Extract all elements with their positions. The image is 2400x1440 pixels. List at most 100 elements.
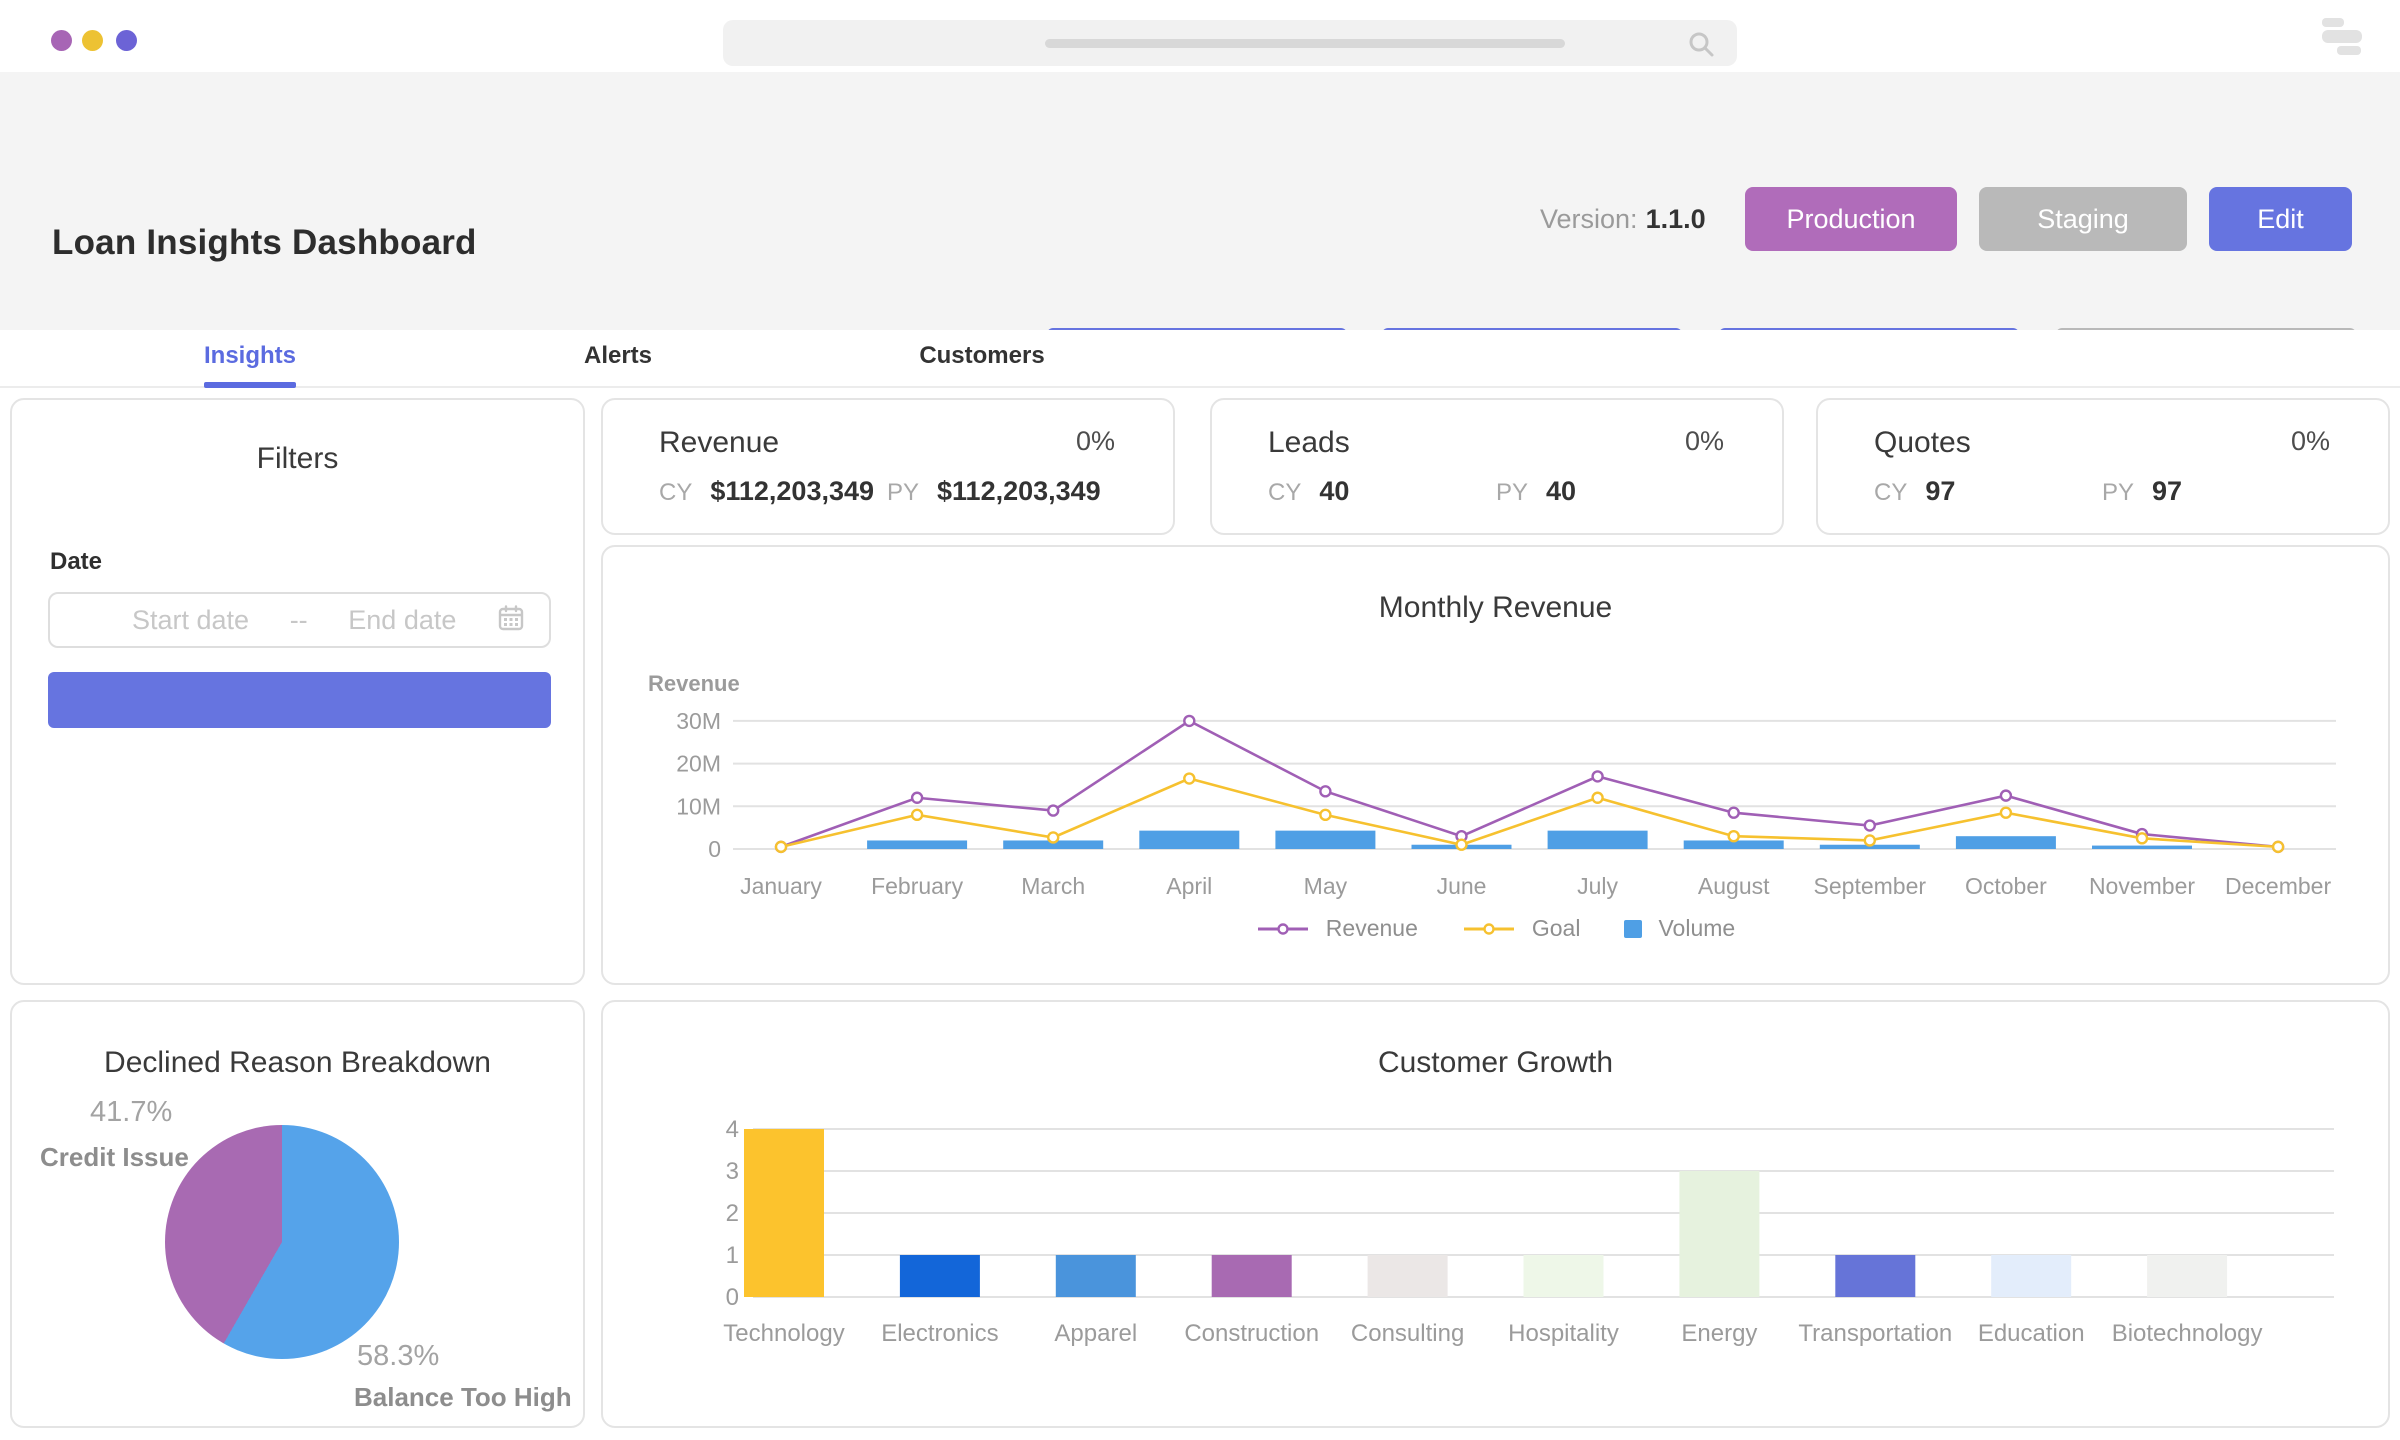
kpi-title: Quotes (1874, 426, 1971, 459)
x-tick-label: Biotechnology (2112, 1320, 2263, 1347)
volume-bar (1955, 836, 2056, 849)
x-tick-label: Education (1978, 1320, 2085, 1347)
data-point (1999, 789, 2013, 802)
active-tab-underline (204, 382, 296, 388)
legend-item-volume[interactable]: Volume (1624, 915, 1735, 942)
kpi-py-value: 97 (2152, 476, 2183, 506)
page-title: Loan Insights Dashboard (52, 223, 477, 263)
growth-bar-apparel (1055, 1255, 1136, 1297)
volume-bar (1139, 830, 1240, 849)
filters-card: Filters Date Start date -- End date (10, 398, 585, 985)
x-tick-label: May (1304, 873, 1348, 899)
growth-bar-transportation (1835, 1255, 1916, 1297)
customer-growth-card: Customer Growth 0 1 2 3 4 Technology Electroni… (601, 1000, 2390, 1428)
y-tick-label: 10M (676, 793, 721, 819)
data-point (1727, 806, 1740, 819)
x-tick-label: December (2225, 873, 2331, 899)
calendar-icon[interactable] (497, 604, 525, 637)
end-date-placeholder: End date (348, 604, 457, 635)
legend-item-goal[interactable]: Goal (1462, 915, 1580, 942)
tab-alerts[interactable]: Alerts (584, 342, 652, 370)
data-point (1183, 714, 1196, 728)
growth-bar-energy (1679, 1171, 1760, 1297)
growth-bar-technology (744, 1129, 824, 1297)
version-value: 1.1.0 (1645, 204, 1706, 234)
kpi-title: Leads (1268, 426, 1350, 459)
y-axis-title: Revenue (648, 671, 740, 696)
pie-label-credit-issue: Credit Issue (40, 1142, 189, 1172)
pie-label-balance-too-high: Balance Too High (354, 1382, 572, 1412)
tab-bar: Insights Alerts Customers (0, 330, 2400, 388)
search-input[interactable] (723, 20, 1737, 66)
window-control-dot-2[interactable] (82, 30, 103, 51)
kpi-delta: 0% (2290, 426, 2330, 456)
x-tick-label: Technology (723, 1320, 844, 1347)
x-tick-label: November (2089, 873, 2195, 899)
data-point (1319, 785, 1332, 798)
app-window: Loan Insights Dashboard Version: 1.1.0 Pr… (0, 0, 2400, 1440)
legend-item-revenue[interactable]: Revenue (1256, 915, 1418, 942)
volume-bar (867, 840, 968, 849)
monthly-revenue-legend: Revenue Goal Volume (603, 915, 2388, 942)
window-control-dot-3[interactable] (116, 30, 137, 51)
tab-customers[interactable]: Customers (919, 342, 1044, 370)
filters-title: Filters (256, 442, 339, 475)
legend-label: Volume (1658, 915, 1736, 941)
kpi-card-leads: Leads 0% CY 40 PY 40 (1210, 398, 1784, 535)
y-tick-label: 1 (726, 1242, 739, 1269)
pie-label-credit-issue-pct: 41.7% (90, 1096, 173, 1128)
y-tick-label: 2 (726, 1200, 739, 1227)
x-tick-label: October (1965, 873, 2047, 899)
data-point (1319, 808, 1332, 822)
y-tick-label: 4 (726, 1116, 739, 1143)
kpi-delta: 0% (1075, 426, 1115, 456)
legend-square-marker (1624, 919, 1643, 938)
kpi-py-label: PY (887, 479, 920, 506)
search-icon[interactable] (1687, 30, 1715, 63)
growth-bar-electronics (899, 1255, 980, 1297)
production-button[interactable]: Production (1745, 187, 1957, 251)
x-tick-label: Energy (1681, 1320, 1757, 1347)
kpi-cy-value: 97 (1925, 476, 1956, 506)
x-tick-label: April (1166, 873, 1212, 899)
x-tick-label: Construction (1184, 1320, 1319, 1347)
x-tick-label: September (1814, 873, 1927, 899)
data-point (1999, 806, 2013, 819)
search-placeholder-line (1045, 39, 1565, 48)
data-point (1183, 772, 1196, 785)
kpi-py-label: PY (1496, 479, 1529, 506)
y-tick-label: 0 (708, 836, 721, 862)
declined-reason-title: Declined Reason Breakdown (104, 1046, 491, 1079)
y-tick-label: 30M (676, 708, 721, 734)
kpi-delta: 0% (1684, 426, 1724, 456)
date-range-separator: -- (289, 604, 308, 635)
x-tick-label: Apparel (1054, 1320, 1137, 1347)
tab-insights[interactable]: Insights (204, 342, 296, 370)
x-tick-label: Consulting (1351, 1320, 1464, 1347)
version-label: Version: (1540, 204, 1638, 234)
y-tick-label: 0 (726, 1284, 739, 1311)
kpi-cy-label: CY (1268, 479, 1302, 506)
kpi-py-label: PY (2102, 479, 2135, 506)
x-tick-label: February (871, 873, 964, 899)
menu-icon[interactable] (2320, 16, 2364, 56)
kpi-cy-label: CY (659, 479, 693, 506)
start-date-placeholder: Start date (132, 604, 250, 635)
x-tick-label: March (1021, 873, 1085, 899)
kpi-py-value: 40 (1546, 476, 1577, 506)
x-tick-label: August (1698, 873, 1770, 899)
edit-button[interactable]: Edit (2209, 187, 2352, 251)
x-tick-label: July (1577, 873, 1618, 899)
growth-bar-hospitality (1523, 1255, 1604, 1297)
date-range-input[interactable]: Start date -- End date (48, 592, 551, 648)
data-point (774, 840, 788, 854)
growth-bar-biotechnology (2147, 1255, 2228, 1297)
y-tick-label: 3 (726, 1158, 739, 1185)
apply-filters-button[interactable] (48, 672, 551, 728)
window-control-dot-1[interactable] (51, 30, 72, 51)
data-point (1455, 838, 1468, 851)
staging-button[interactable]: Staging (1979, 187, 2187, 251)
kpi-cy-value: 40 (1319, 476, 1350, 506)
growth-bar-construction (1211, 1255, 1292, 1297)
kpi-title: Revenue (659, 426, 780, 459)
